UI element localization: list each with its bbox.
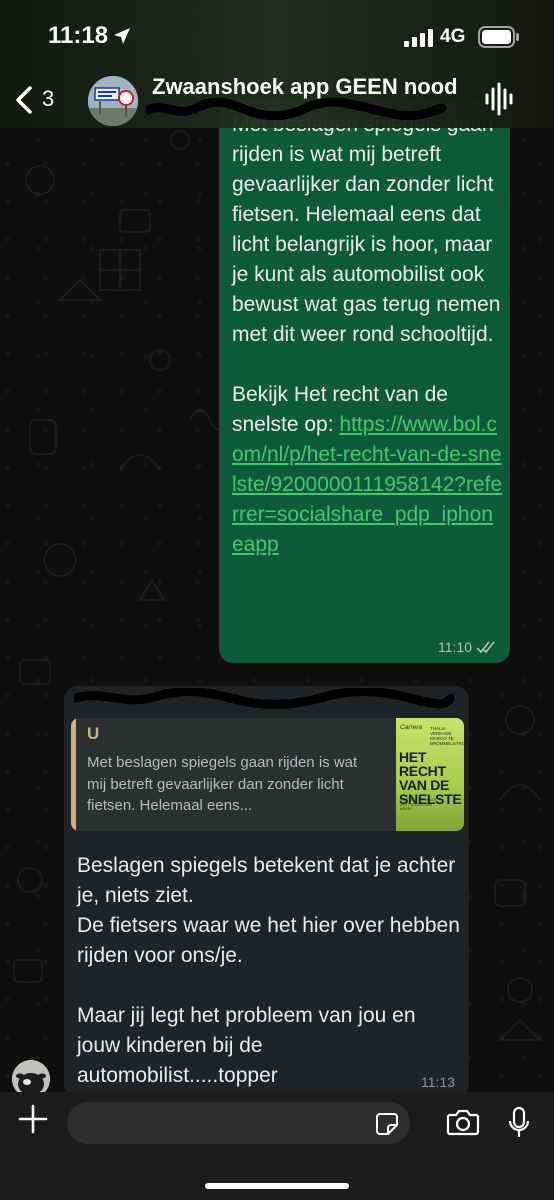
redacted-members-scribble [146, 98, 446, 120]
group-title[interactable]: Zwaanshoek app GEEN nood [152, 74, 458, 100]
message-input[interactable] [67, 1102, 410, 1144]
network-type: 4G [440, 26, 466, 47]
incoming-message-bubble[interactable]: U Met beslagen spiegels gaan rijden is w… [64, 686, 469, 1098]
outgoing-message-time: 11:10 [438, 639, 472, 655]
incoming-message-time: 11:13 [421, 1074, 455, 1090]
attach-plus-icon[interactable] [18, 1104, 48, 1134]
book-publisher: Carrera [400, 724, 423, 731]
quote-text: Met beslagen spiegels gaan rijden is wat… [87, 754, 358, 814]
unread-chats-count[interactable]: 3 [42, 86, 54, 112]
read-receipt-double-check-icon [476, 641, 495, 654]
header-bar: 11:18 4G 3 Zwaanshoek app GEEN nood [0, 0, 554, 128]
book-tagline: HOE ONS VERKEER ZICH TEGEN ONS KEERT [400, 798, 437, 811]
incoming-line-2: De fietsers waar we het hier over hebben… [77, 914, 460, 967]
incoming-message-text: Beslagen spiegels betekent dat je achter… [77, 851, 462, 1091]
book-cover-thumbnail: Carrera THALIA VERKADE MARCO TE BRÖMMELS… [396, 718, 464, 831]
incoming-line-1: Beslagen spiegels betekent dat je achter… [77, 854, 456, 907]
quoted-message[interactable]: U Met beslagen spiegels gaan rijden is w… [71, 718, 464, 831]
location-arrow-icon [114, 28, 130, 44]
camera-icon[interactable] [446, 1108, 480, 1136]
group-avatar[interactable] [88, 76, 138, 126]
microphone-icon[interactable] [507, 1106, 531, 1140]
quote-author: U [87, 724, 100, 743]
outgoing-paragraph: Met beslagen spiegels gaan rijden is wat… [232, 113, 501, 346]
back-chevron-icon[interactable] [12, 84, 36, 116]
outgoing-message-bubble[interactable]: Met beslagen spiegels gaan rijden is wat… [219, 100, 510, 663]
quote-accent-bar [71, 718, 76, 831]
status-time: 11:18 [48, 22, 109, 49]
incoming-line-3: Maar jij legt het probleem van jou en jo… [77, 1004, 416, 1087]
town-sign-image [88, 76, 138, 126]
redacted-sender-name-scribble [74, 688, 454, 709]
sticker-icon[interactable] [375, 1112, 399, 1136]
outgoing-message-text: Met beslagen spiegels gaan rijden is wat… [232, 110, 504, 560]
battery-icon [478, 26, 519, 48]
outgoing-message-meta: 11:10 [438, 639, 498, 655]
home-indicator [205, 1183, 349, 1189]
book-authors: THALIA VERKADE MARCO TE BRÖMMELSTROET [430, 726, 464, 746]
cellular-signal-icon [404, 29, 433, 47]
voice-call-waveform-icon[interactable] [484, 82, 516, 116]
